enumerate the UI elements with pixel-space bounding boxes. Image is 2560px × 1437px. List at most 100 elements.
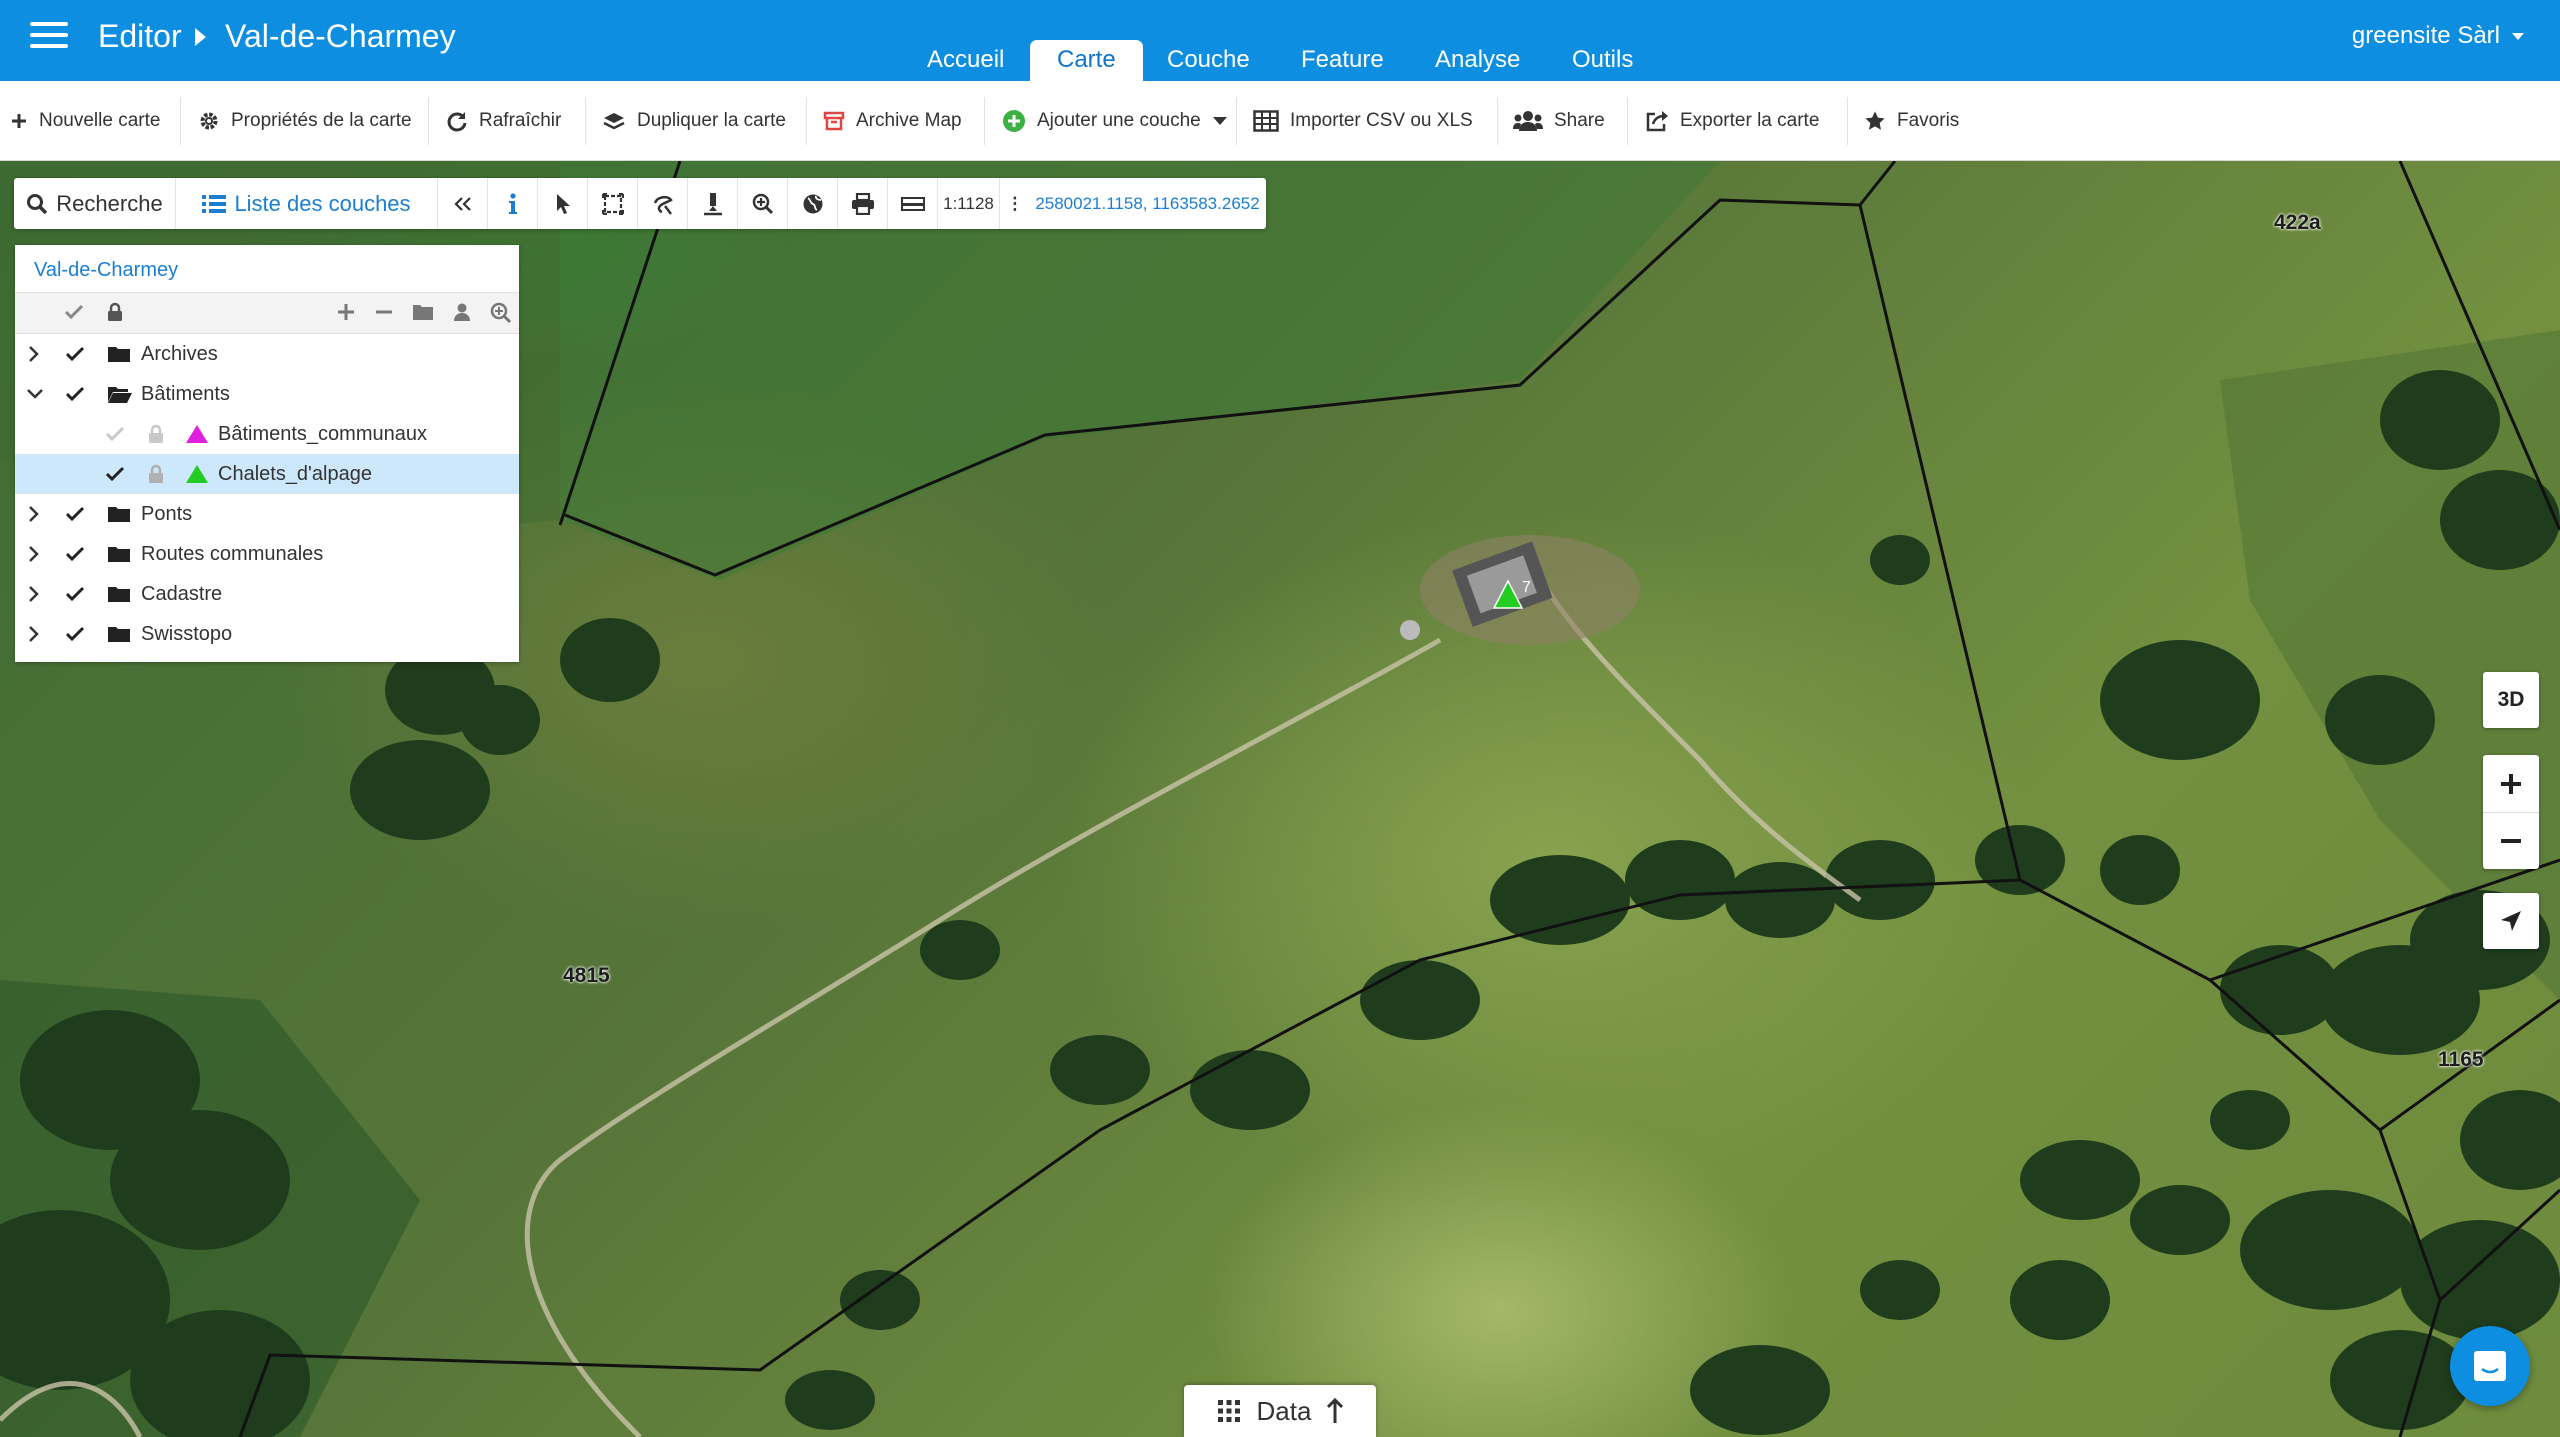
zoom-layer-icon[interactable]: [490, 302, 512, 324]
users-icon: [1513, 111, 1543, 131]
tab-couche[interactable]: Couche: [1140, 40, 1277, 81]
checkmark-icon[interactable]: [65, 504, 85, 524]
tab-carte[interactable]: Carte: [1030, 40, 1143, 81]
chevron-right-icon[interactable]: [27, 344, 41, 364]
zoom-controls: [2483, 755, 2539, 869]
archive-map-button[interactable]: Archive Map: [823, 81, 962, 161]
plus-icon: [2501, 773, 2521, 794]
arrow-up-icon: [1327, 1398, 1344, 1423]
select-tool[interactable]: [538, 178, 588, 229]
box-select-tool[interactable]: [588, 178, 638, 229]
checkmark-icon[interactable]: [105, 424, 125, 444]
archive-icon: [823, 111, 845, 131]
tab-outils[interactable]: Outils: [1545, 40, 1660, 81]
lock-icon[interactable]: [107, 302, 123, 322]
minus-icon: [2501, 839, 2521, 843]
layer-row[interactable]: Cadastre: [15, 574, 519, 614]
layer-row[interactable]: Swisstopo: [15, 614, 519, 654]
refresh-button[interactable]: Rafraîchir: [446, 81, 561, 161]
measure-tool[interactable]: [688, 178, 738, 229]
checkmark-icon[interactable]: [65, 624, 85, 644]
map-properties-button[interactable]: Propriétés de la carte: [198, 81, 412, 161]
map-toolbar: Recherche Liste des couches 1:1128 ⋮ 258…: [14, 178, 1266, 229]
layer-row[interactable]: Bâtiments: [15, 374, 519, 414]
add-layer-dropdown[interactable]: Ajouter une couche: [1002, 81, 1227, 161]
checkmark-icon[interactable]: [65, 544, 85, 564]
layer-panel-title[interactable]: Val-de-Charmey: [15, 245, 519, 293]
chevron-right-icon[interactable]: [27, 584, 41, 604]
layer-label: Cadastre: [141, 583, 223, 605]
user-menu[interactable]: greensite Sàrl: [2352, 22, 2524, 50]
remove-layer-icon[interactable]: [374, 302, 394, 322]
chevron-right-icon[interactable]: [27, 624, 41, 644]
coordinates-display[interactable]: ⋮ 2580021.1158, 1163583.2652: [1000, 178, 1266, 229]
pointer-icon: [556, 193, 570, 214]
refresh-label: Rafraîchir: [479, 110, 562, 131]
full-extent-tool[interactable]: [788, 178, 838, 229]
checkmark-icon[interactable]: [65, 584, 85, 604]
zoom-out-button[interactable]: [2483, 812, 2539, 869]
3d-toggle-button[interactable]: 3D: [2483, 672, 2539, 728]
chat-support-button[interactable]: [2450, 1326, 2530, 1406]
layer-label: Archives: [141, 343, 218, 365]
duplicate-map-button[interactable]: Dupliquer la carte: [602, 81, 786, 161]
collapse-button[interactable]: [438, 178, 488, 229]
folder-open-icon: [108, 387, 132, 403]
favorites-button[interactable]: Favoris: [1864, 81, 1959, 161]
layer-row[interactable]: Bâtiments_communaux: [15, 414, 519, 454]
data-panel-toggle[interactable]: Data: [1184, 1385, 1376, 1437]
zoom-in-button[interactable]: [2483, 755, 2539, 812]
search-button[interactable]: Recherche: [14, 178, 176, 229]
layer-row-selected[interactable]: Chalets_d'alpage: [15, 454, 519, 494]
checkmark-icon[interactable]: [65, 384, 85, 404]
map-scale[interactable]: 1:1128: [938, 178, 1000, 229]
user-icon[interactable]: [452, 302, 472, 322]
layer-list-label: Liste des couches: [234, 190, 411, 216]
lasso-tool[interactable]: [638, 178, 688, 229]
breadcrumb-editor[interactable]: Editor: [98, 18, 182, 55]
print-button[interactable]: [838, 178, 888, 229]
layer-label: Swisstopo: [141, 623, 233, 645]
zoom-to-tool[interactable]: [738, 178, 788, 229]
parcel-label: 4815: [563, 964, 610, 987]
data-panel-label: Data: [1256, 1395, 1312, 1426]
new-map-button[interactable]: Nouvelle carte: [10, 81, 160, 161]
search-label: Recherche: [56, 190, 163, 216]
checkmark-icon[interactable]: [65, 344, 85, 364]
table-icon: [1253, 110, 1279, 132]
layer-row[interactable]: Archives: [15, 334, 519, 374]
lock-icon[interactable]: [148, 424, 164, 444]
checkmark-icon[interactable]: [105, 464, 125, 484]
add-circle-icon: [1003, 110, 1025, 132]
layer-row[interactable]: Ponts: [15, 494, 519, 534]
chevron-down-icon: [2512, 33, 2524, 41]
import-csv-button[interactable]: Importer CSV ou XLS: [1253, 81, 1473, 161]
more-vertical-icon[interactable]: ⋮: [1006, 194, 1023, 214]
tab-feature[interactable]: Feature: [1274, 40, 1411, 81]
export-map-button[interactable]: Exporter la carte: [1645, 81, 1819, 161]
globe-icon: [803, 194, 822, 213]
measure-icon: [703, 192, 722, 215]
menu-icon[interactable]: [30, 22, 68, 52]
scale-bar-toggle[interactable]: [888, 178, 938, 229]
check-all-icon[interactable]: [64, 302, 84, 322]
parcel-label: 1165: [2438, 1048, 2484, 1071]
location-arrow-icon: [2501, 911, 2521, 931]
breadcrumb-map-name: Val-de-Charmey: [225, 18, 456, 54]
info-tool[interactable]: [488, 178, 538, 229]
chevron-right-icon[interactable]: [27, 544, 41, 564]
chevron-right-icon[interactable]: [27, 504, 41, 524]
lock-icon[interactable]: [148, 464, 164, 484]
tab-accueil[interactable]: Accueil: [900, 40, 1031, 81]
add-layer-icon[interactable]: [336, 302, 356, 322]
share-button[interactable]: Share: [1513, 81, 1605, 161]
parcel-label: 422a: [2274, 211, 2321, 234]
layer-row[interactable]: Routes communales: [15, 534, 519, 574]
folder-icon: [108, 547, 130, 562]
search-icon: [27, 193, 48, 214]
chevron-down-icon[interactable]: [25, 384, 45, 404]
folder-icon[interactable]: [412, 302, 434, 322]
layer-list-button[interactable]: Liste des couches: [176, 178, 438, 229]
locate-button[interactable]: [2483, 893, 2539, 949]
tab-analyse[interactable]: Analyse: [1408, 40, 1547, 81]
